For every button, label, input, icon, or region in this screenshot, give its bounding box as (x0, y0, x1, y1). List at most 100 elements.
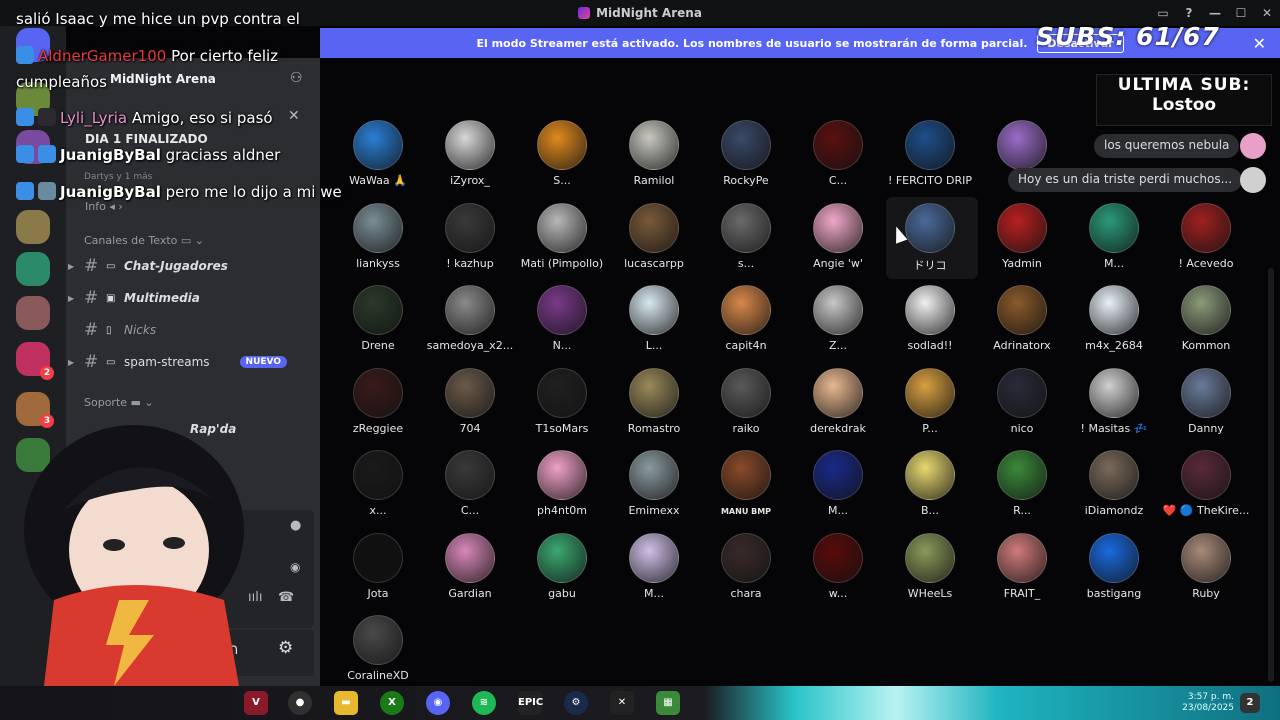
scrollbar[interactable] (1268, 268, 1274, 682)
member-card[interactable]: WaWaa 🙏 (334, 114, 426, 196)
member-card[interactable]: C... (426, 444, 518, 526)
avatar (997, 450, 1047, 500)
disconnect-icon[interactable]: ☎ (278, 590, 294, 605)
member-card[interactable]: iDiamondz (1070, 444, 1162, 526)
channel-chat-jugadores[interactable]: ▶ # ▭ Chat-Jugadores (68, 254, 314, 278)
activity-icon[interactable]: ◉ (290, 560, 300, 574)
channel-nicks[interactable]: # ▯ Nicks (68, 318, 314, 342)
capcut-icon[interactable]: ✕ (610, 691, 634, 715)
add-member-icon[interactable]: ⚇ (290, 70, 303, 86)
member-card[interactable]: raiko (702, 362, 794, 444)
info-category[interactable]: Info ◂ › (85, 200, 123, 213)
member-card[interactable]: L... (610, 279, 702, 361)
member-card[interactable]: ph4nt0m (518, 444, 610, 526)
member-card[interactable]: nico (978, 362, 1070, 444)
member-card[interactable]: M... (610, 527, 702, 609)
member-card[interactable]: T1soMars (518, 362, 610, 444)
member-card[interactable]: ❤️ 🔵 TheKire... (1162, 444, 1254, 526)
member-name: P... (922, 421, 938, 435)
steam-icon[interactable]: ⚙ (564, 691, 588, 715)
member-card[interactable]: Drene (334, 279, 426, 361)
member-card[interactable]: M... (794, 444, 886, 526)
server-icon[interactable] (16, 210, 50, 244)
member-card[interactable]: samedoya_x2... (426, 279, 518, 361)
member-card[interactable]: s... (702, 197, 794, 279)
member-card[interactable]: Gardian (426, 527, 518, 609)
member-card[interactable]: m4x_2684 (1070, 279, 1162, 361)
activity-avatar[interactable] (1240, 167, 1266, 193)
member-card[interactable]: Z... (794, 279, 886, 361)
discord-icon[interactable]: ◉ (426, 691, 450, 715)
member-card[interactable]: 704 (426, 362, 518, 444)
member-card[interactable]: chara (702, 527, 794, 609)
spotify-icon[interactable]: ≋ (472, 691, 496, 715)
member-card[interactable]: Kommon (1162, 279, 1254, 361)
help-icon[interactable]: ? (1176, 6, 1202, 20)
member-card[interactable]: C... (794, 114, 886, 196)
member-card[interactable]: Ramilol (610, 114, 702, 196)
member-card[interactable]: Yadmin (978, 197, 1070, 279)
member-card[interactable]: ! Masitas 💤 (1070, 362, 1162, 444)
member-card[interactable]: zReggiee (334, 362, 426, 444)
member-card[interactable]: ! Acevedo (1162, 197, 1254, 279)
server-icon[interactable] (16, 252, 50, 286)
channel-multimedia[interactable]: ▶ # ▣ Multimedia (68, 286, 314, 310)
member-card[interactable]: lucascarpp (610, 197, 702, 279)
member-card[interactable]: WHeeLs (886, 527, 978, 609)
member-card[interactable]: M... (1070, 197, 1162, 279)
activity-avatar[interactable] (1240, 133, 1266, 159)
member-card[interactable]: gabu (518, 527, 610, 609)
epic-games-icon[interactable]: EPIC (518, 691, 543, 715)
valorant-icon[interactable]: V (244, 691, 268, 715)
minimize-button[interactable]: — (1202, 6, 1228, 20)
chat-bubble-icon[interactable]: ● (290, 518, 301, 533)
category-support[interactable]: Soporte ▬ ⌄ (84, 396, 154, 409)
channel-spam-streams[interactable]: ▶ # ▭ spam-streams NUEVO (68, 350, 314, 374)
member-card[interactable]: Ruby (1162, 527, 1254, 609)
member-card[interactable]: sodlad!! (886, 279, 978, 361)
member-card[interactable]: x... (334, 444, 426, 526)
close-icon[interactable]: ✕ (288, 108, 300, 124)
inbox-icon[interactable]: ▭ (1150, 6, 1176, 20)
minecraft-icon[interactable]: ▦ (656, 691, 680, 715)
maximize-button[interactable]: ☐ (1228, 6, 1254, 20)
category-text-channels[interactable]: Canales de Texto ▭ ⌄ (84, 234, 204, 247)
xbox-icon[interactable]: X (380, 691, 404, 715)
member-card[interactable]: Mati (Pimpollo) (518, 197, 610, 279)
member-card[interactable]: ! kazhup (426, 197, 518, 279)
server-name[interactable]: MidNight Arena (110, 72, 216, 86)
obs-icon[interactable]: ● (288, 691, 312, 715)
member-card[interactable]: FRAIT_ (978, 527, 1070, 609)
member-card[interactable]: S... (518, 114, 610, 196)
member-card[interactable]: capit4n (702, 279, 794, 361)
member-card[interactable]: N... (518, 279, 610, 361)
member-card[interactable]: Adrinatorx (978, 279, 1070, 361)
member-card[interactable]: liankyss (334, 197, 426, 279)
member-card[interactable]: Emimexx (610, 444, 702, 526)
member-card[interactable]: RockyPe (702, 114, 794, 196)
member-card[interactable]: iZyrox_ (426, 114, 518, 196)
chevron-down-icon[interactable]: ⌄ (206, 72, 214, 83)
member-card[interactable]: Danny (1162, 362, 1254, 444)
member-card[interactable]: MANU BMP (702, 444, 794, 526)
member-card[interactable]: derekdrak (794, 362, 886, 444)
close-window-button[interactable]: ✕ (1254, 6, 1280, 20)
member-card[interactable]: CoralineXD (334, 609, 426, 691)
close-icon[interactable]: ✕ (1253, 34, 1266, 53)
file-explorer-icon[interactable]: ▬ (334, 691, 358, 715)
activity-status[interactable]: los queremos nebula (1094, 134, 1240, 158)
member-card[interactable]: Romastro (610, 362, 702, 444)
member-card[interactable]: Angie 'w' (794, 197, 886, 279)
member-card[interactable]: R... (978, 444, 1070, 526)
settings-gear-icon[interactable]: ⚙ (278, 638, 293, 658)
member-card[interactable]: ! FERCITO DRIP (886, 114, 978, 196)
member-card[interactable]: bastigang (1070, 527, 1162, 609)
system-clock[interactable]: 3:57 p. m. 23/08/2025 (1182, 692, 1234, 714)
member-card[interactable]: B... (886, 444, 978, 526)
member-card[interactable]: Jota (334, 527, 426, 609)
member-card[interactable]: w... (794, 527, 886, 609)
server-icon[interactable] (16, 296, 50, 330)
member-card[interactable]: P... (886, 362, 978, 444)
notification-center-icon[interactable]: 2 (1240, 693, 1260, 713)
activity-status[interactable]: Hoy es un dia triste perdi muchos... (1008, 168, 1243, 192)
